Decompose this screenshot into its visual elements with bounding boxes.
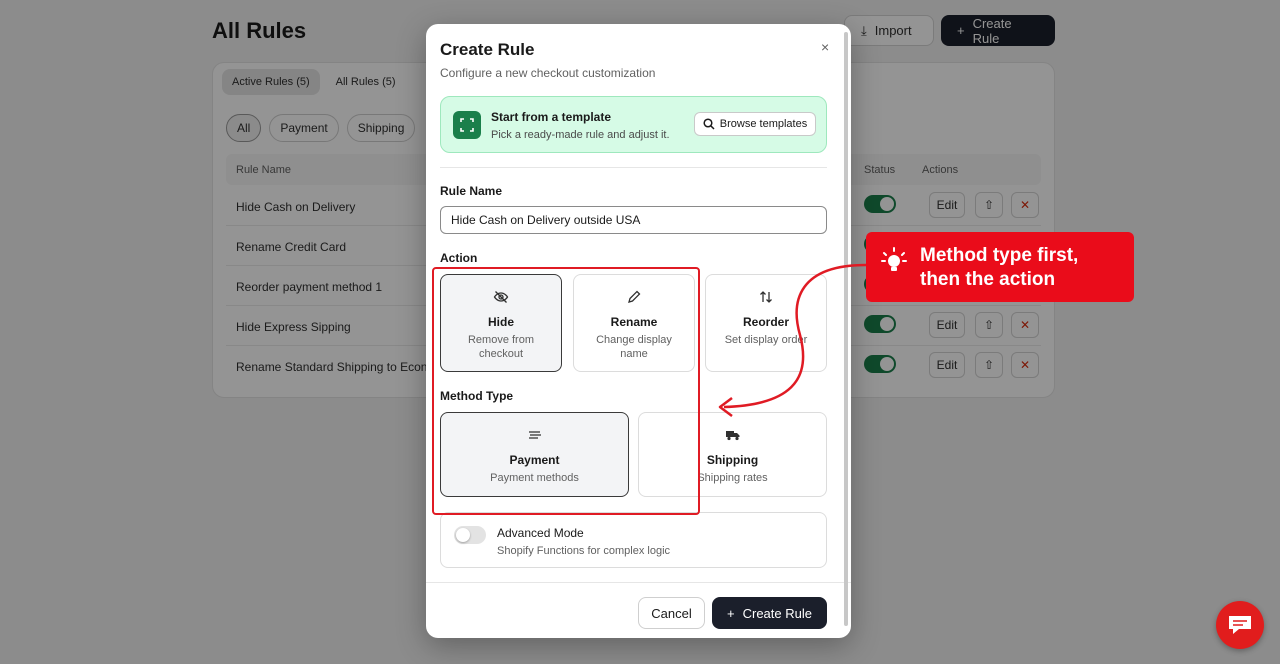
lightbulb-icon [881,247,907,271]
callout-line-2: then the action [920,269,1056,290]
annotation-arrow [718,263,867,417]
chat-bubble-icon [1229,616,1251,634]
chat-widget-button[interactable] [1216,601,1264,649]
callout-line-1: Method type first, [920,245,1079,266]
annotation-callout: Method type first, then the action [866,232,1134,302]
